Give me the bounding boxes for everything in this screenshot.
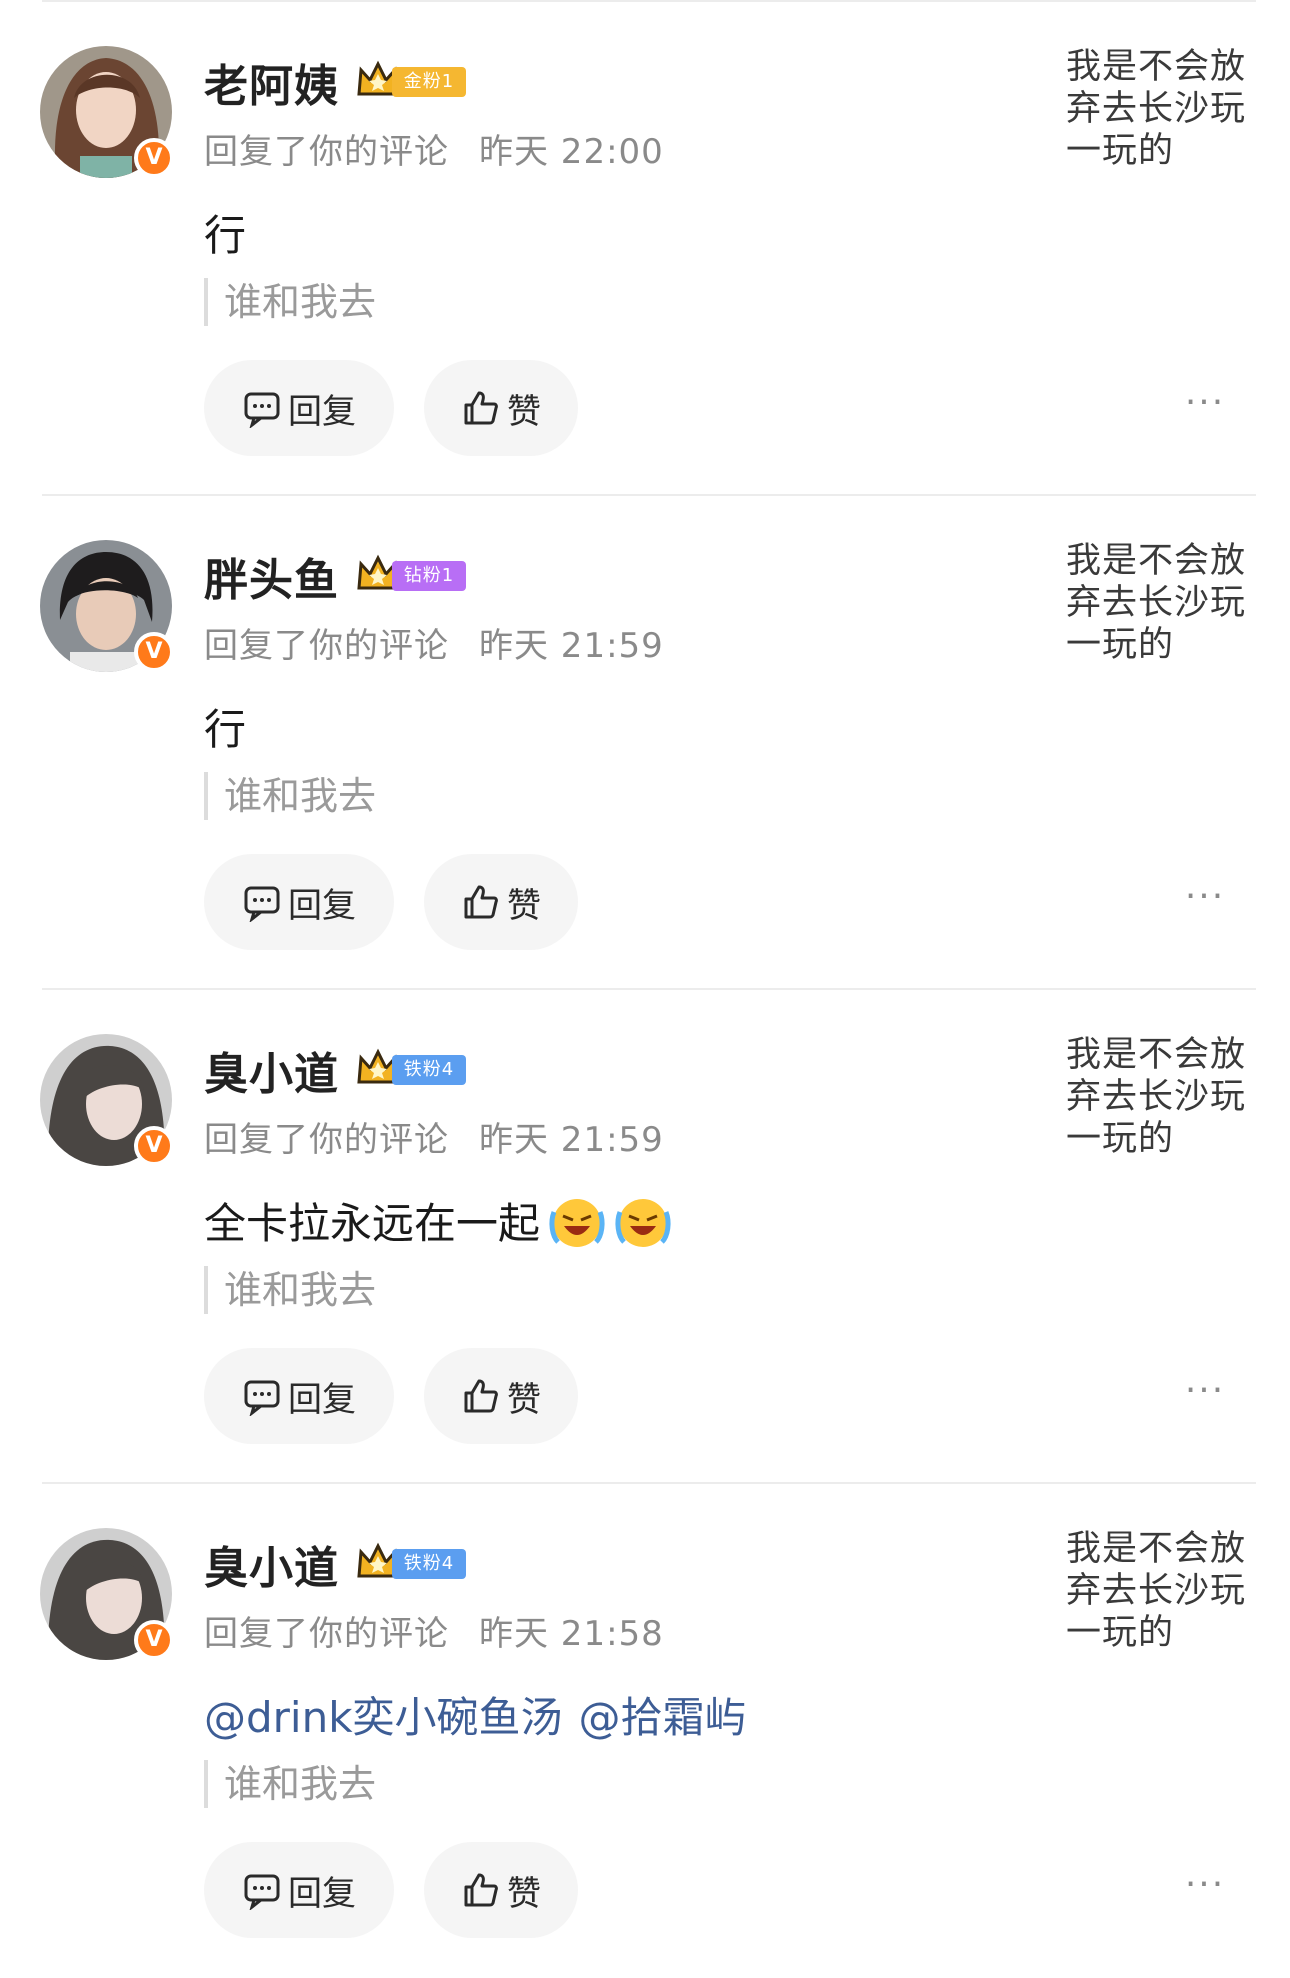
action-text: 回复了你的评论 <box>204 626 449 666</box>
fan-badge[interactable]: 铁粉4 <box>356 1048 468 1088</box>
quoted-comment[interactable]: 谁和我去 <box>204 1760 376 1808</box>
like-button[interactable]: 赞 <box>424 360 578 456</box>
original-post-snippet[interactable]: 我是不会放弃去长沙玩一玩的 <box>1066 1034 1256 1160</box>
mention-link[interactable]: @drink奕小碗鱼汤 <box>204 1684 563 1745</box>
thumbs-up-icon <box>464 1379 498 1413</box>
action-text: 回复了你的评论 <box>204 1120 449 1160</box>
comment-bubble-icon <box>244 392 280 428</box>
comment-card[interactable]: V 胖头鱼 钻粉1 回复了你的评论 昨天 21:59 行 谁和我去 回复 赞 ·… <box>0 496 1290 990</box>
comment-card[interactable]: V 老阿姨 金粉1 回复了你的评论 昨天 22:00 行 谁和我去 回复 赞 ·… <box>0 2 1290 496</box>
notification-feed: V 老阿姨 金粉1 回复了你的评论 昨天 22:00 行 谁和我去 回复 赞 ·… <box>0 0 1290 1978</box>
action-text: 回复了你的评论 <box>204 1614 449 1654</box>
fan-badge-label: 铁粉4 <box>392 1549 466 1579</box>
reply-label: 回复 <box>288 1873 356 1914</box>
original-post-snippet[interactable]: 我是不会放弃去长沙玩一玩的 <box>1066 1528 1256 1654</box>
reply-button[interactable]: 回复 <box>204 1348 394 1444</box>
like-button[interactable]: 赞 <box>424 1842 578 1938</box>
comment-card[interactable]: V 臭小道 铁粉4 回复了你的评论 昨天 21:59 全卡拉永远在一起 谁和我去… <box>0 990 1290 1484</box>
comment-body: 全卡拉永远在一起 <box>204 1190 672 1251</box>
more-options-icon[interactable]: ··· <box>1180 1373 1230 1416</box>
comment-bubble-icon <box>244 1874 280 1910</box>
comment-bubble-icon <box>244 1380 280 1416</box>
reply-label: 回复 <box>288 885 356 926</box>
comment-meta: 回复了你的评论 昨天 21:59 <box>204 618 664 667</box>
fan-badge[interactable]: 金粉1 <box>356 60 468 100</box>
like-button[interactable]: 赞 <box>424 1348 578 1444</box>
quoted-comment[interactable]: 谁和我去 <box>204 1266 376 1314</box>
comment-text: 行 <box>204 705 247 754</box>
fan-badge-label: 铁粉4 <box>392 1055 466 1085</box>
timestamp: 昨天 21:59 <box>479 626 664 666</box>
comment-body: @drink奕小碗鱼汤 @拾霜屿 <box>204 1684 747 1745</box>
verified-badge-icon: V <box>134 1126 174 1166</box>
username[interactable]: 胖头鱼 <box>204 544 339 608</box>
reply-label: 回复 <box>288 1379 356 1420</box>
laughing-tears-emoji-icon <box>549 1198 605 1247</box>
original-post-snippet[interactable]: 我是不会放弃去长沙玩一玩的 <box>1066 540 1256 666</box>
like-label: 赞 <box>507 1873 541 1914</box>
reply-button[interactable]: 回复 <box>204 1842 394 1938</box>
action-text: 回复了你的评论 <box>204 132 449 172</box>
thumbs-up-icon <box>464 885 498 919</box>
like-label: 赞 <box>507 391 541 432</box>
verified-badge-icon: V <box>134 1620 174 1660</box>
original-post-snippet[interactable]: 我是不会放弃去长沙玩一玩的 <box>1066 46 1256 172</box>
more-options-icon[interactable]: ··· <box>1180 385 1230 428</box>
like-label: 赞 <box>507 885 541 926</box>
like-button[interactable]: 赞 <box>424 854 578 950</box>
comment-card[interactable]: V 臭小道 铁粉4 回复了你的评论 昨天 21:58 @drink奕小碗鱼汤 @拾… <box>0 1484 1290 1978</box>
more-options-icon[interactable]: ··· <box>1180 879 1230 922</box>
reply-button[interactable]: 回复 <box>204 360 394 456</box>
timestamp: 昨天 21:59 <box>479 1120 664 1160</box>
fan-badge-label: 钻粉1 <box>392 561 466 591</box>
timestamp: 昨天 21:58 <box>479 1614 664 1654</box>
quoted-comment[interactable]: 谁和我去 <box>204 278 376 326</box>
comment-text: 行 <box>204 211 247 260</box>
comment-bubble-icon <box>244 886 280 922</box>
quoted-comment[interactable]: 谁和我去 <box>204 772 376 820</box>
comment-meta: 回复了你的评论 昨天 22:00 <box>204 124 664 173</box>
timestamp: 昨天 22:00 <box>479 132 664 172</box>
thumbs-up-icon <box>464 391 498 425</box>
verified-badge-icon: V <box>134 138 174 178</box>
comment-text: 全卡拉永远在一起 <box>204 1199 541 1248</box>
reply-label: 回复 <box>288 391 356 432</box>
verified-badge-icon: V <box>134 632 174 672</box>
fan-badge[interactable]: 铁粉4 <box>356 1542 468 1582</box>
comment-meta: 回复了你的评论 昨天 21:58 <box>204 1606 664 1655</box>
more-options-icon[interactable]: ··· <box>1180 1867 1230 1910</box>
mention-link[interactable]: @拾霜屿 <box>579 1684 747 1745</box>
fan-badge-label: 金粉1 <box>392 67 466 97</box>
thumbs-up-icon <box>464 1873 498 1907</box>
username[interactable]: 臭小道 <box>204 1532 339 1596</box>
reply-button[interactable]: 回复 <box>204 854 394 950</box>
like-label: 赞 <box>507 1379 541 1420</box>
fan-badge[interactable]: 钻粉1 <box>356 554 468 594</box>
laughing-tears-emoji-icon <box>615 1198 671 1247</box>
comment-meta: 回复了你的评论 昨天 21:59 <box>204 1112 664 1161</box>
username[interactable]: 老阿姨 <box>204 50 339 114</box>
username[interactable]: 臭小道 <box>204 1038 339 1102</box>
